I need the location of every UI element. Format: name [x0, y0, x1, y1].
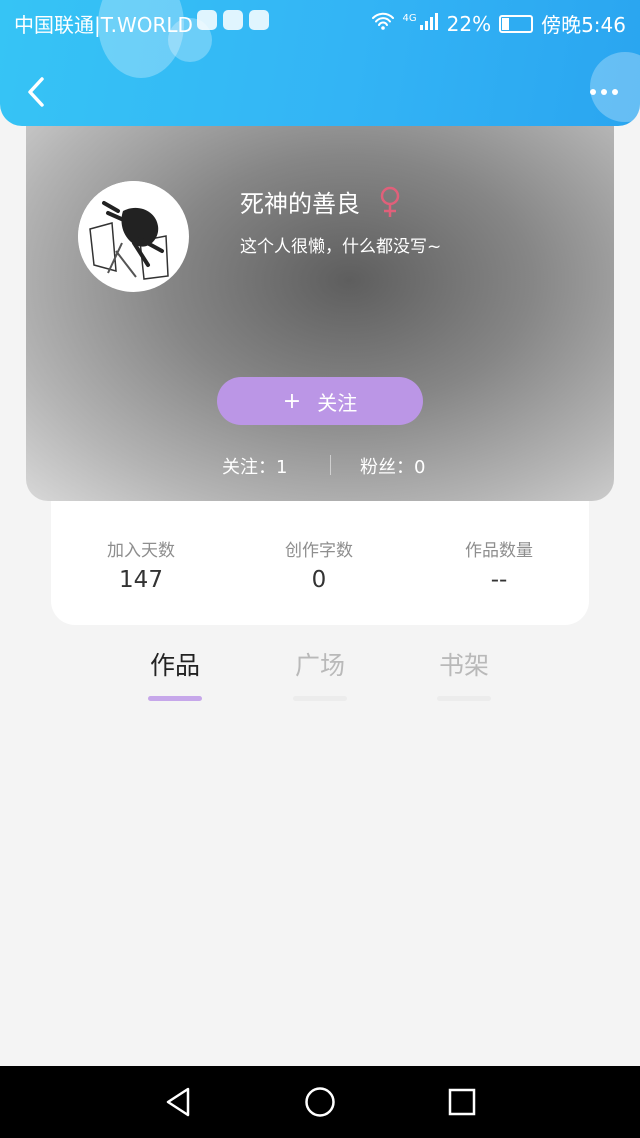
home-circle-icon: [305, 1087, 335, 1117]
more-dots-icon: [601, 89, 607, 95]
signal-icon: [419, 12, 439, 35]
chevron-left-icon: [28, 77, 44, 107]
battery-percent: 22%: [446, 11, 492, 36]
follow-button-label: 关注: [317, 390, 358, 415]
tab-works[interactable]: 作品: [125, 646, 225, 701]
profile-name: 死神的善良: [240, 190, 360, 218]
tab-bookshelf[interactable]: 书架: [414, 646, 514, 701]
stat-label: 创作字数: [285, 541, 353, 561]
nav-back-button[interactable]: [160, 1084, 196, 1120]
more-dots-icon: [612, 89, 618, 95]
stat-join-days: 加入天数 147: [51, 536, 231, 593]
tab-indicator: [148, 696, 202, 701]
network-type: 4G: [402, 13, 417, 24]
back-button[interactable]: [18, 72, 54, 112]
status-right-group: 4G 22% 傍晚5:46: [371, 9, 626, 38]
battery-fill: [502, 17, 509, 30]
plus-icon: +: [282, 388, 302, 414]
wifi-icon: [371, 11, 395, 36]
header-bar: 中国联通|T.WORLD 4G 22% 傍晚5:46: [0, 0, 640, 126]
divider: [330, 455, 331, 475]
stats-card: 加入天数 147 创作字数 0 作品数量 --: [51, 500, 589, 625]
stat-label: 加入天数: [107, 541, 175, 561]
stat-value: --: [490, 567, 508, 593]
system-nav-bar: [0, 1066, 640, 1138]
following-count[interactable]: 关注：1: [222, 453, 287, 479]
profile-bio: 这个人很懒，什么都没写~: [240, 237, 442, 257]
tab-indicator: [437, 696, 491, 701]
browser-app-icon: [223, 10, 243, 30]
back-triangle-icon: [166, 1087, 190, 1117]
stat-value: 147: [119, 567, 163, 593]
fans-count[interactable]: 粉丝：0: [360, 453, 425, 479]
tab-label: 作品: [149, 651, 200, 680]
status-bar: 中国联通|T.WORLD 4G 22% 傍晚5:46: [0, 0, 640, 44]
stat-word-count: 创作字数 0: [229, 536, 409, 593]
avatar[interactable]: [78, 181, 189, 292]
carrier-text: 中国联通|T.WORLD: [14, 13, 193, 37]
stat-value: 0: [311, 567, 327, 593]
follow-button[interactable]: + 关注: [217, 377, 423, 425]
tab-indicator: [293, 696, 347, 701]
recents-square-icon: [448, 1088, 476, 1116]
female-icon: [380, 186, 400, 217]
tab-square[interactable]: 广场: [270, 646, 370, 701]
more-button[interactable]: [584, 80, 624, 104]
profile-card: 死神的善良 这个人很懒，什么都没写~ + 关注 关注：1 粉丝：0: [26, 100, 614, 501]
stat-works-count: 作品数量 --: [409, 536, 589, 593]
stat-label: 作品数量: [465, 541, 533, 561]
tab-label: 广场: [294, 651, 345, 680]
follow-counts: 关注：1 粉丝：0: [26, 453, 614, 479]
music-app-icon: [197, 10, 217, 30]
huawei-app-icon: [249, 10, 269, 30]
more-dots-icon: [590, 89, 596, 95]
nav-recents-button[interactable]: [444, 1084, 480, 1120]
profile-name-row: 死神的善良: [240, 184, 402, 219]
tab-label: 书架: [438, 651, 489, 680]
nav-home-button[interactable]: [302, 1084, 338, 1120]
status-time: 傍晚5:46: [541, 13, 626, 37]
battery-icon: [499, 14, 534, 33]
